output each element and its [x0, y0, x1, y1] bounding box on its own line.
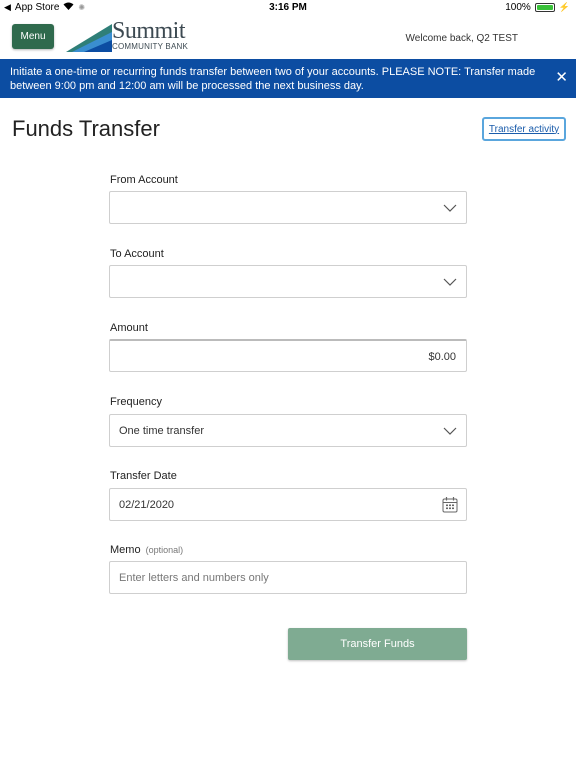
close-icon[interactable]: ✕ [555, 70, 568, 85]
page-title: Funds Transfer [12, 116, 160, 141]
logo-name: Summit [112, 18, 186, 44]
transfer-activity-link[interactable]: Transfer activity [482, 117, 566, 141]
battery-percent: 100% [505, 2, 531, 13]
chevron-down-icon [443, 204, 457, 212]
info-banner: Initiate a one-time or recurring funds t… [0, 59, 576, 98]
logo-subtitle: COMMUNITY BANK [112, 42, 188, 51]
memo-label-text: Memo [110, 544, 141, 556]
status-time: 3:16 PM [269, 2, 307, 13]
logo-mark-icon [66, 24, 112, 52]
chevron-down-icon [443, 278, 457, 286]
charging-icon: ⚡ [558, 2, 570, 12]
frequency-select[interactable]: One time transfer [109, 414, 467, 447]
amount-label: Amount [110, 322, 148, 334]
memo-label: Memo (optional) [110, 544, 183, 556]
to-account-label: To Account [110, 248, 164, 260]
welcome-message: Welcome back, Q2 TEST [405, 33, 518, 44]
to-account-select[interactable] [109, 265, 467, 298]
banner-text: Initiate a one-time or recurring funds t… [10, 66, 536, 92]
menu-button[interactable]: Menu [12, 24, 54, 49]
amount-input[interactable]: $0.00 [109, 339, 467, 372]
frequency-label: Frequency [110, 396, 162, 408]
status-bar: ◀ App Store ✺ 3:16 PM 100% ⚡ [0, 0, 576, 16]
memo-placeholder: Enter letters and numbers only [119, 572, 269, 584]
amount-value: $0.00 [428, 351, 456, 363]
from-account-label: From Account [110, 174, 178, 186]
frequency-value: One time transfer [119, 425, 204, 437]
bank-logo[interactable]: Summit COMMUNITY BANK [66, 18, 196, 54]
transfer-date-value: 02/21/2020 [119, 499, 175, 511]
chevron-down-icon [443, 427, 457, 435]
from-account-select[interactable] [109, 191, 467, 224]
memo-optional-hint: (optional) [145, 545, 184, 555]
app-header: Menu Summit COMMUNITY BANK Welcome back,… [0, 16, 576, 59]
transfer-funds-button[interactable]: Transfer Funds [288, 628, 467, 660]
battery-icon [534, 3, 555, 12]
transfer-date-label: Transfer Date [110, 470, 177, 482]
battery-level [536, 5, 553, 10]
memo-input[interactable]: Enter letters and numbers only [109, 561, 467, 594]
transfer-date-input[interactable]: 02/21/2020 [109, 488, 467, 521]
calendar-icon[interactable] [442, 496, 458, 513]
